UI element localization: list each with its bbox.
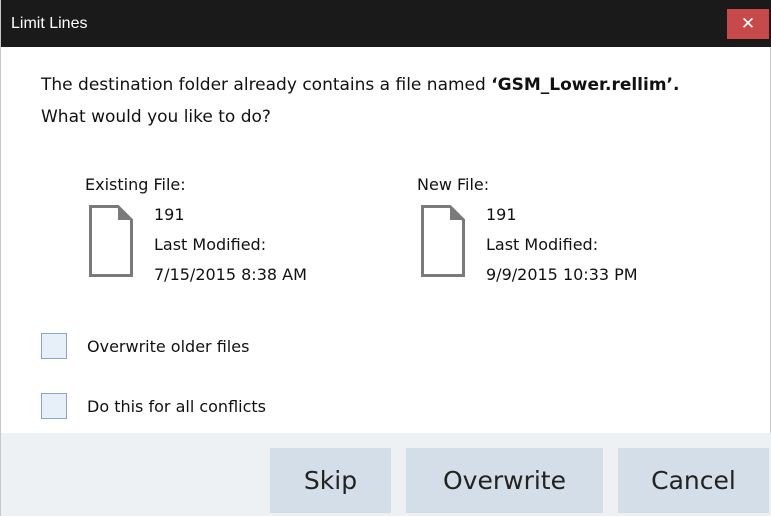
overwrite-button[interactable]: Overwrite xyxy=(406,448,603,513)
new-file-details: 191 Last Modified: 9/9/2015 10:33 PM xyxy=(486,200,638,290)
existing-file-size: 191 xyxy=(154,205,185,224)
close-icon: ✕ xyxy=(740,14,756,34)
file-icon xyxy=(89,205,133,277)
new-file-info: New File: 191 Last Modified: 9/9/2015 10… xyxy=(417,175,638,284)
existing-modified-date: 7/15/2015 8:38 AM xyxy=(154,265,307,284)
file-conflict-dialog: Limit Lines ✕ The destination folder alr… xyxy=(0,0,771,516)
overwrite-older-label: Overwrite older files xyxy=(87,336,250,356)
conflict-message: The destination folder already contains … xyxy=(41,75,679,95)
existing-modified-label: Last Modified: xyxy=(154,235,267,254)
existing-file-heading: Existing File: xyxy=(85,175,186,194)
new-file-size: 191 xyxy=(486,205,517,224)
file-icon xyxy=(421,205,465,277)
overwrite-older-option[interactable]: Overwrite older files xyxy=(41,331,249,361)
new-modified-date: 9/9/2015 10:33 PM xyxy=(486,265,638,284)
all-conflicts-option[interactable]: Do this for all conflicts xyxy=(41,391,266,421)
all-conflicts-label: Do this for all conflicts xyxy=(87,396,266,416)
existing-file-details: 191 Last Modified: 7/15/2015 8:38 AM xyxy=(154,200,307,290)
conflict-filename: ‘GSM_Lower.rellim’. xyxy=(491,75,680,95)
question-text: What would you like to do? xyxy=(41,107,271,127)
dialog-title: Limit Lines xyxy=(11,15,88,32)
message-prefix: The destination folder already contains … xyxy=(41,75,492,95)
close-button[interactable]: ✕ xyxy=(727,9,769,39)
new-modified-label: Last Modified: xyxy=(486,235,599,254)
title-bar: Limit Lines ✕ xyxy=(1,0,771,47)
existing-file-info: Existing File: 191 Last Modified: 7/15/2… xyxy=(85,175,307,284)
cancel-button[interactable]: Cancel xyxy=(618,448,769,513)
skip-button[interactable]: Skip xyxy=(270,448,391,513)
overwrite-older-checkbox[interactable] xyxy=(41,333,67,359)
all-conflicts-checkbox[interactable] xyxy=(41,393,67,419)
new-file-heading: New File: xyxy=(417,175,490,194)
